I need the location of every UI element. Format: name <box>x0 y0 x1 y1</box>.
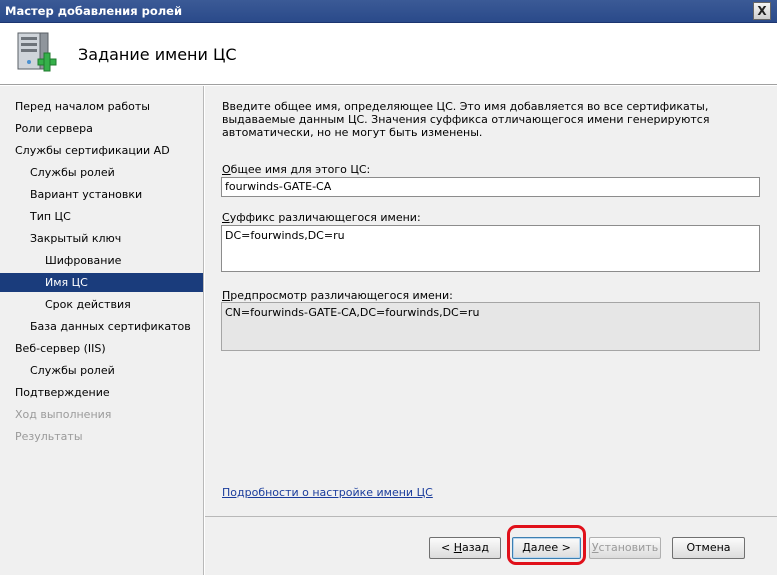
back-button-key: Н <box>453 541 463 554</box>
intro-text: Введите общее имя, определяющее ЦС. Это … <box>222 100 710 139</box>
wizard-content: Введите общее имя, определяющее ЦС. Это … <box>205 86 777 516</box>
suffix-textbox[interactable]: DC=fourwinds,DC=ru <box>221 225 760 272</box>
install-button-text: становить <box>598 541 659 554</box>
install-button: Установить <box>589 537 661 559</box>
next-button[interactable]: Далее > <box>512 537 581 559</box>
sidebar-item-server-roles[interactable]: Роли сервера <box>0 119 203 138</box>
sidebar-item-confirmation[interactable]: Подтверждение <box>0 383 203 402</box>
close-button[interactable]: X <box>753 2 771 20</box>
ca-name-help-link[interactable]: Подробности о настройке имени ЦС <box>222 486 433 499</box>
sidebar-item-iis-role-services[interactable]: Службы ролей <box>0 361 203 380</box>
preview-label: Предпросмотр различающегося имени: <box>222 289 453 302</box>
sidebar-item-ad-cs[interactable]: Службы сертификации AD <box>0 141 203 160</box>
common-name-label-text: бщее имя для этого ЦС: <box>230 163 371 176</box>
back-button[interactable]: < Назад <box>429 537 501 559</box>
window-title: Мастер добавления ролей <box>5 4 183 18</box>
sidebar-item-cryptography[interactable]: Шифрование <box>0 251 203 270</box>
back-button-prefix: < <box>441 541 454 554</box>
wizard-header: Задание имени ЦС <box>0 23 777 85</box>
server-add-icon <box>17 32 57 72</box>
sidebar-item-before-you-begin[interactable]: Перед началом работы <box>0 97 203 116</box>
install-button-key: У <box>591 541 599 554</box>
suffix-label-key: С <box>222 211 230 224</box>
suffix-label: Суффикс различающегося имени: <box>222 211 421 224</box>
page-title: Задание имени ЦС <box>78 45 237 64</box>
next-button-text: алее > <box>530 541 571 554</box>
sidebar-item-ca-type[interactable]: Тип ЦС <box>0 207 203 226</box>
sidebar-item-web-server-iis[interactable]: Веб-сервер (IIS) <box>0 339 203 358</box>
next-button-key: Д <box>522 541 531 554</box>
sidebar-item-certificate-database[interactable]: База данных сертификатов <box>0 317 203 336</box>
back-button-text: азад <box>462 541 489 554</box>
sidebar-item-progress: Ход выполнения <box>15 408 112 421</box>
sidebar-item-role-services[interactable]: Службы ролей <box>0 163 203 182</box>
common-name-label-key: О <box>222 163 231 176</box>
sidebar-item-validity-period[interactable]: Срок действия <box>0 295 203 314</box>
sidebar-item-setup-type[interactable]: Вариант установки <box>0 185 203 204</box>
suffix-label-text: уффикс различающегося имени: <box>229 211 421 224</box>
preview-box: CN=fourwinds-GATE-CA,DC=fourwinds,DC=ru <box>221 302 760 351</box>
sidebar-item-results: Результаты <box>15 430 83 443</box>
title-bar: Мастер добавления ролей X <box>0 0 777 23</box>
sidebar-item-ca-name[interactable]: Имя ЦС <box>0 273 203 292</box>
cancel-button[interactable]: Отмена <box>672 537 745 559</box>
common-name-input[interactable]: fourwinds-GATE-CA <box>221 177 760 197</box>
sidebar-item-private-key[interactable]: Закрытый ключ <box>0 229 203 248</box>
preview-label-text: редпросмотр различающегося имени: <box>230 289 453 302</box>
wizard-footer: < Назад Далее > Установить Отмена <box>205 516 777 575</box>
common-name-label: Общее имя для этого ЦС: <box>222 163 370 176</box>
wizard-steps-sidebar: Перед началом работы Роли сервера Службы… <box>0 86 204 575</box>
